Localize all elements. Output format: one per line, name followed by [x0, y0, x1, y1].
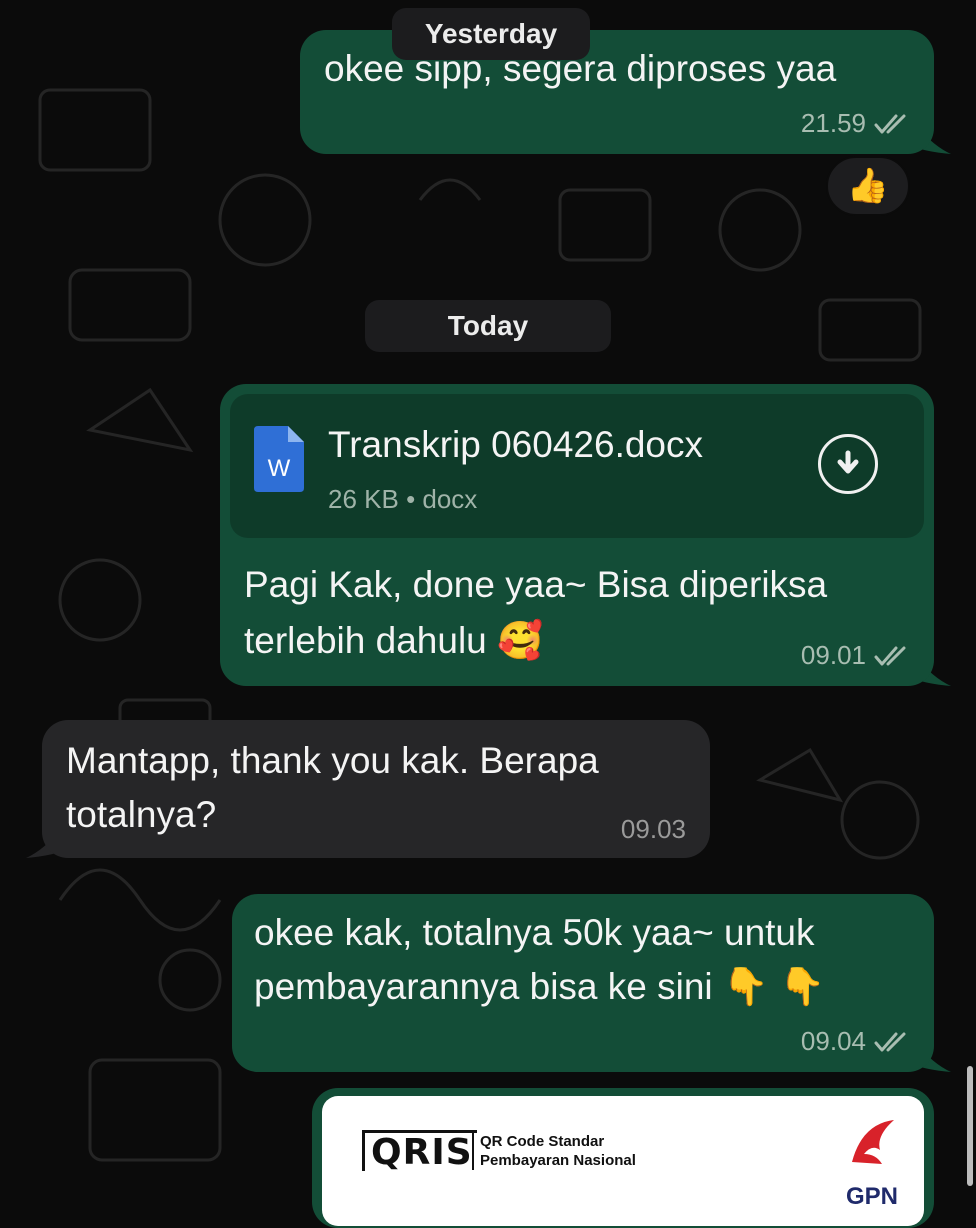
date-separator-today: Today — [365, 300, 611, 352]
outgoing-message[interactable]: okee kak, totalnya 50k yaa~ untuk pembay… — [232, 894, 934, 1072]
message-text-line-2: totalnya? — [66, 794, 217, 835]
message-time: 09.01 — [800, 640, 866, 670]
message-time: 21.59 — [800, 108, 866, 138]
message-text-line-1: okee kak, totalnya 50k yaa~ untuk — [254, 912, 815, 953]
message-meta: 09.01 — [801, 640, 912, 671]
qris-image[interactable]: QRIS QR Code Standar Pembayaran Nasional… — [322, 1096, 924, 1226]
message-meta: 09.03 — [621, 814, 686, 845]
qris-line-1: QR Code Standar — [480, 1133, 605, 1150]
document-name: Transkrip 060426.docx — [328, 424, 704, 465]
document-size: 26 KB — [328, 484, 399, 514]
word-document-icon: W — [254, 426, 304, 492]
date-separator-yesterday: Yesterday — [392, 8, 590, 60]
double-check-icon — [874, 1032, 906, 1051]
document-attachment[interactable]: W Transkrip 060426.docx 26 KB • docx — [230, 394, 924, 538]
message-text-line-1: Pagi Kak, done yaa~ Bisa diperiksa — [244, 564, 828, 605]
svg-text:GPN: GPN — [846, 1183, 898, 1210]
message-text-line-2: pembayarannya bisa ke sini 👇 👇 — [254, 966, 826, 1007]
scrollbar[interactable] — [967, 1066, 973, 1186]
download-icon — [837, 450, 859, 474]
message-meta: 21.59 — [801, 108, 912, 139]
double-check-icon — [874, 114, 906, 133]
message-time: 09.03 — [620, 814, 686, 844]
document-info: 26 KB • docx — [328, 484, 477, 515]
thumbs-up-emoji: 👍 — [846, 167, 890, 205]
qris-tagline: QR Code Standar Pembayaran Nasional — [472, 1132, 636, 1170]
qris-line-2: Pembayaran Nasional — [480, 1152, 636, 1169]
message-meta: 09.04 — [801, 1026, 912, 1057]
outgoing-image-message[interactable]: QRIS QR Code Standar Pembayaran Nasional… — [312, 1088, 934, 1228]
outgoing-document-message[interactable]: W Transkrip 060426.docx 26 KB • docx Pag… — [220, 384, 934, 686]
download-button[interactable] — [818, 434, 878, 494]
message-text-line-1: Mantapp, thank you kak. Berapa — [66, 740, 599, 781]
separator-dot: • — [406, 484, 423, 514]
message-time: 09.04 — [800, 1026, 866, 1056]
document-type: docx — [422, 484, 478, 514]
qris-logo: QRIS — [362, 1130, 477, 1171]
svg-text:W: W — [268, 455, 291, 482]
gpn-logo-icon: GPN — [846, 1120, 898, 1210]
reaction-badge[interactable]: 👍 — [826, 156, 910, 216]
incoming-message[interactable]: Mantapp, thank you kak. Berapa totalnya?… — [42, 720, 710, 858]
double-check-icon — [874, 646, 906, 665]
message-text-line-2: terlebih dahulu 🥰 — [244, 620, 544, 661]
